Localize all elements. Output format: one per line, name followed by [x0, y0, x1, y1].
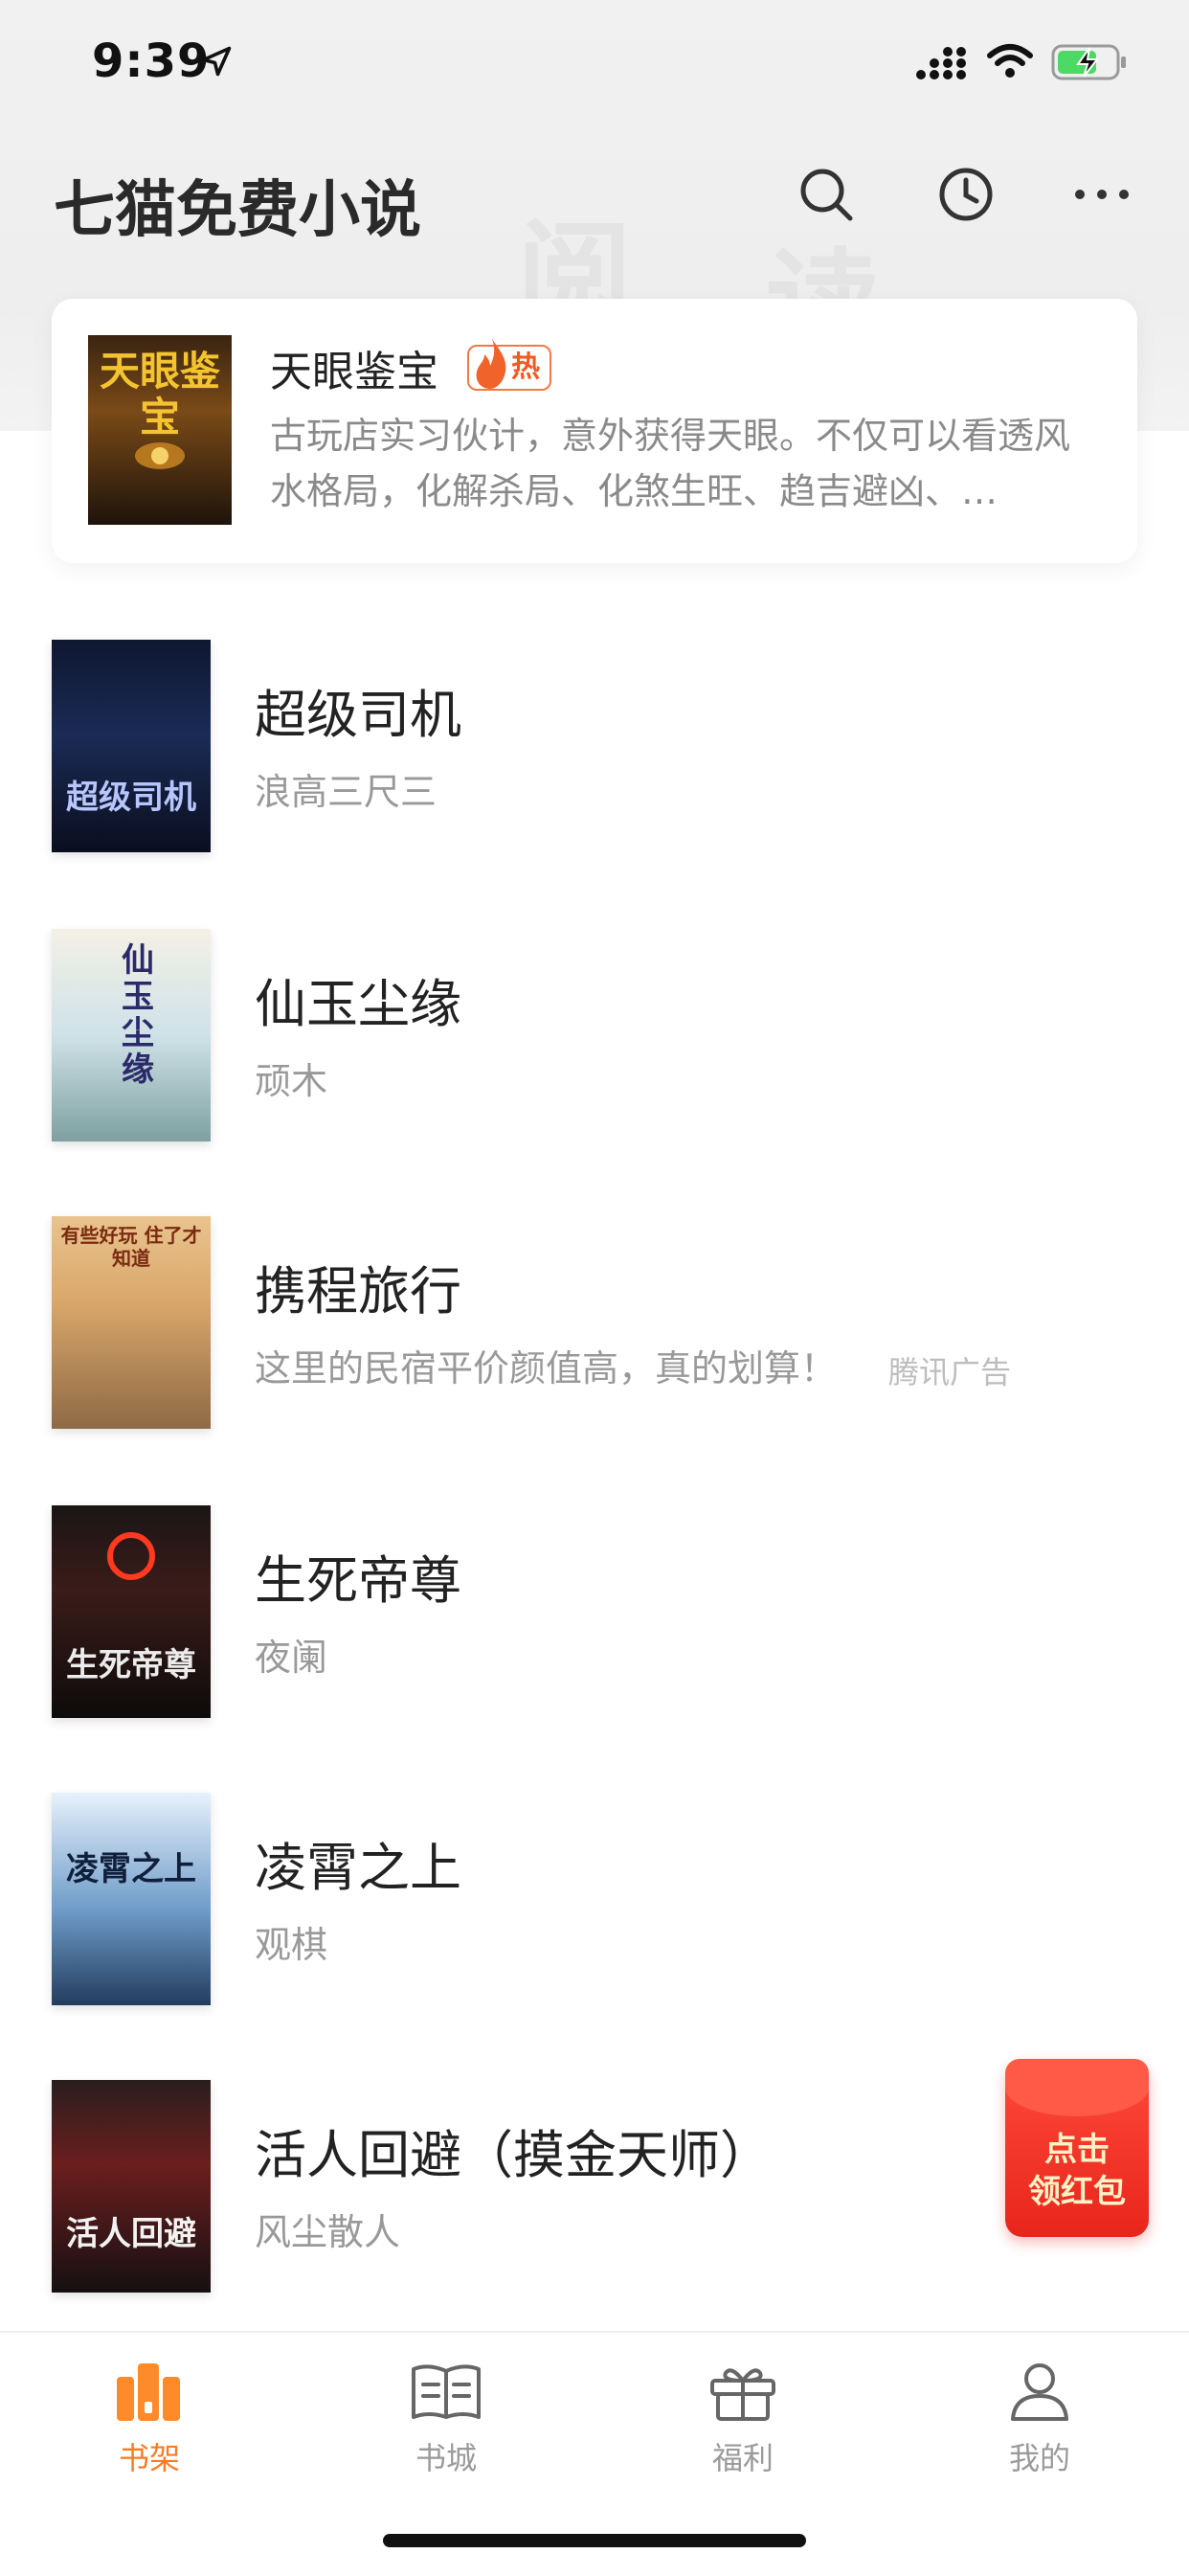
status-bar: 9:39	[0, 0, 1189, 124]
red-packet-label-2: 领红包	[1028, 2173, 1126, 2211]
bookshelf-icon	[117, 2363, 180, 2421]
wifi-icon	[987, 44, 1033, 78]
app-title: 七猫免费小说	[54, 175, 421, 246]
more-icon	[1075, 190, 1129, 199]
cellular-signal-icon	[916, 47, 966, 79]
book-cover: 凌霄之上	[52, 1793, 211, 2005]
recommended-book-card[interactable]: 天眼鉴宝 天眼鉴宝 热 古玩店实习伙计，意外获得天眼。不仅可以看透风水格局，化解…	[52, 299, 1137, 563]
home-indicator	[383, 2534, 806, 2547]
history-clock-icon	[939, 168, 993, 221]
tab-welfare[interactable]: 福利	[647, 2361, 839, 2496]
cover-title: 有些好玩 住了才知道	[60, 1224, 202, 1270]
red-packet-label-1: 点击	[1044, 2131, 1110, 2169]
cover-eye-icon	[135, 442, 185, 469]
status-time: 9:39	[92, 34, 211, 88]
book-title: 超级司机	[255, 685, 461, 745]
ad-description: 这里的民宿平价颜值高，真的划算！	[255, 1347, 838, 1390]
tab-mine[interactable]: 我的	[944, 2361, 1135, 2496]
gift-icon	[710, 2368, 775, 2421]
hot-badge-label: 热	[511, 350, 540, 384]
book-cover: 生死帝尊	[52, 1505, 211, 1718]
more-button[interactable]	[1072, 165, 1132, 224]
tab-bookstore[interactable]: 书城	[350, 2361, 542, 2496]
person-icon	[1011, 2363, 1068, 2421]
book-author: 观棋	[255, 1924, 328, 1966]
tab-label: 书城	[415, 2440, 477, 2476]
book-cover: 天眼鉴宝	[88, 335, 232, 525]
book-item[interactable]: 生死帝尊 生死帝尊 夜阑	[0, 1505, 1189, 1754]
cover-title: 超级司机	[66, 779, 196, 817]
red-packet-button[interactable]: 点击 领红包	[1005, 2059, 1149, 2237]
book-title: 生死帝尊	[255, 1550, 461, 1611]
book-title: 仙玉尘缘	[255, 974, 461, 1034]
tab-label: 我的	[1008, 2440, 1070, 2476]
flame-icon	[476, 339, 506, 389]
book-open-icon	[412, 2364, 481, 2419]
cover-title: 生死帝尊	[66, 1646, 196, 1684]
book-item[interactable]: 凌霄之上 凌霄之上 观棋	[0, 1793, 1189, 2042]
book-title: 活人回避（摸金天师）	[255, 2125, 772, 2185]
ad-tag: 腾讯广告	[888, 1354, 1012, 1390]
cover-title: 仙玉尘缘	[122, 941, 154, 1089]
hot-badge: 热	[467, 339, 551, 391]
ad-image: 有些好玩 住了才知道	[52, 1216, 211, 1429]
book-item[interactable]: 超级司机 超级司机 浪高三尺三	[0, 640, 1189, 889]
ad-title: 携程旅行	[255, 1261, 461, 1322]
ad-item[interactable]: 有些好玩 住了才知道 携程旅行 这里的民宿平价颜值高，真的划算！ 腾讯广告	[0, 1216, 1189, 1465]
search-button[interactable]	[796, 165, 856, 224]
cover-title: 活人回避	[66, 2215, 196, 2253]
book-title: 凌霄之上	[255, 1838, 461, 1898]
book-author: 风尘散人	[255, 2211, 401, 2253]
book-author: 浪高三尺三	[255, 771, 437, 813]
book-author: 夜阑	[255, 1637, 328, 1679]
tab-label: 书架	[118, 2440, 180, 2476]
book-author: 顽木	[255, 1060, 328, 1102]
cover-title: 凌霄之上	[66, 1850, 196, 1888]
history-button[interactable]	[936, 165, 996, 224]
red-packet-flap	[1005, 2059, 1149, 2116]
book-item[interactable]: 仙玉尘缘 仙玉尘缘 顽木	[0, 929, 1189, 1178]
search-icon	[800, 169, 853, 221]
promo-description: 古玩店实习伙计，意外获得天眼。不仅可以看透风水格局，化解杀局、化煞生旺、趋吉避凶…	[270, 415, 1071, 512]
book-cover: 超级司机	[52, 640, 211, 852]
cover-ring-icon	[107, 1532, 155, 1580]
book-cover: 活人回避	[52, 2080, 211, 2293]
tab-label: 福利	[711, 2440, 774, 2476]
book-cover: 仙玉尘缘	[52, 929, 211, 1141]
battery-charging-icon	[1051, 44, 1126, 80]
location-arrow-icon	[201, 46, 232, 77]
tab-bookshelf[interactable]: 书架	[54, 2361, 245, 2496]
promo-book-title: 天眼鉴宝	[270, 348, 438, 396]
